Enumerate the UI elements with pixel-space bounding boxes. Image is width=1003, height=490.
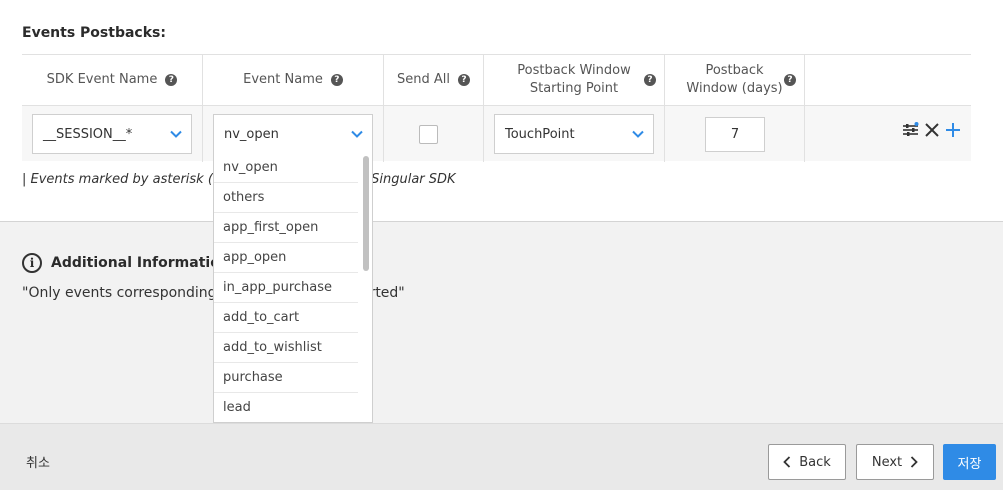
- help-icon[interactable]: ?: [458, 74, 470, 86]
- events-postbacks-section: Events Postbacks: SDK Event Name ? Event…: [0, 0, 1003, 222]
- help-icon[interactable]: ?: [165, 74, 178, 86]
- header-label-wrap: Postback Window (days): [680, 62, 790, 98]
- event-name-value: nv_open: [224, 126, 279, 142]
- header-label: SDK Event Name: [46, 72, 158, 87]
- chevron-right-icon: [911, 456, 918, 468]
- table-row: __SESSION__* nv_open TouchPoint 7: [22, 105, 971, 162]
- back-label: Back: [799, 454, 831, 470]
- chevron-left-icon: [783, 456, 791, 468]
- sdk-event-select[interactable]: __SESSION__*: [32, 114, 192, 154]
- dropdown-option[interactable]: purchase: [214, 363, 358, 393]
- info-heading: i Additional Information: [22, 253, 230, 273]
- dropdown-option[interactable]: add_to_cart: [214, 303, 358, 333]
- asterisk-note: | Events marked by asterisk (*) e Singul…: [22, 172, 456, 187]
- header-postback-starting-point: Postback Window Starting Point ?: [484, 55, 665, 105]
- dropdown-list: nv_open others app_first_open app_open in_ap…: [214, 153, 372, 422]
- header-sdk-event-name: SDK Event Name ?: [22, 55, 203, 105]
- section-title: Events Postbacks:: [22, 25, 166, 41]
- header-label: Starting Point: [529, 81, 619, 96]
- events-table: SDK Event Name ? Event Name ? Send All ?…: [22, 54, 971, 162]
- help-icon[interactable]: ?: [644, 74, 656, 86]
- back-button[interactable]: Back: [768, 444, 846, 480]
- info-icon: i: [22, 253, 42, 273]
- note-start: | Events marked by asterisk (*): [22, 172, 225, 187]
- window-days-input[interactable]: 7: [705, 117, 765, 152]
- sliders-icon[interactable]: [902, 122, 919, 138]
- info-text: "Only events corresponding t orted": [22, 285, 405, 301]
- additional-information-section: i Additional Information "Only events co…: [0, 223, 1003, 423]
- cancel-button[interactable]: 취소: [26, 452, 50, 471]
- save-button[interactable]: 저장: [943, 444, 996, 480]
- next-label: Next: [871, 454, 903, 470]
- footer-bar: 취소 Back Next 저장: [0, 423, 1003, 490]
- dropdown-option[interactable]: others: [214, 183, 358, 213]
- header-postback-window-days: Postback Window (days) ?: [665, 55, 805, 105]
- note-end: e Singular SDK: [359, 172, 456, 187]
- header-label: Send All: [397, 72, 450, 87]
- starting-point-select[interactable]: TouchPoint: [494, 114, 654, 154]
- header-label: Event Name: [243, 72, 323, 87]
- header-event-name: Event Name ?: [203, 55, 384, 105]
- dropdown-option[interactable]: app_first_open: [214, 213, 358, 243]
- header-send-all: Send All ?: [384, 55, 484, 105]
- plus-icon[interactable]: [945, 122, 961, 138]
- next-button[interactable]: Next: [856, 444, 934, 480]
- starting-point-value: TouchPoint: [505, 126, 575, 142]
- header-label: Postback: [705, 63, 764, 78]
- dropdown-option[interactable]: app_open: [214, 243, 358, 273]
- sdk-event-value: __SESSION__*: [43, 126, 133, 142]
- header-label: Window (days): [686, 81, 783, 96]
- dropdown-option[interactable]: nv_open: [214, 153, 358, 183]
- close-icon[interactable]: [925, 123, 939, 137]
- chevron-down-icon: [632, 130, 644, 138]
- chevron-down-icon: [170, 130, 182, 138]
- help-icon[interactable]: ?: [330, 74, 343, 86]
- info-text-start: "Only events corresponding t: [22, 285, 227, 301]
- info-title: Additional Information: [51, 255, 230, 271]
- header-label: Postback Window: [517, 63, 631, 78]
- dropdown-option[interactable]: lead: [214, 393, 358, 422]
- chevron-down-icon: [351, 130, 363, 138]
- row-actions: [902, 122, 961, 138]
- dropdown-scrollbar[interactable]: [363, 156, 369, 271]
- header-label-wrap: Postback Window Starting Point: [499, 62, 649, 98]
- event-name-select[interactable]: nv_open: [213, 114, 373, 154]
- dropdown-option[interactable]: in_app_purchase: [214, 273, 358, 303]
- dropdown-option[interactable]: add_to_wishlist: [214, 333, 358, 363]
- event-name-dropdown[interactable]: nv_open others app_first_open app_open in_ap…: [213, 153, 373, 423]
- help-icon[interactable]: ?: [784, 74, 796, 86]
- send-all-checkbox[interactable]: [419, 125, 438, 144]
